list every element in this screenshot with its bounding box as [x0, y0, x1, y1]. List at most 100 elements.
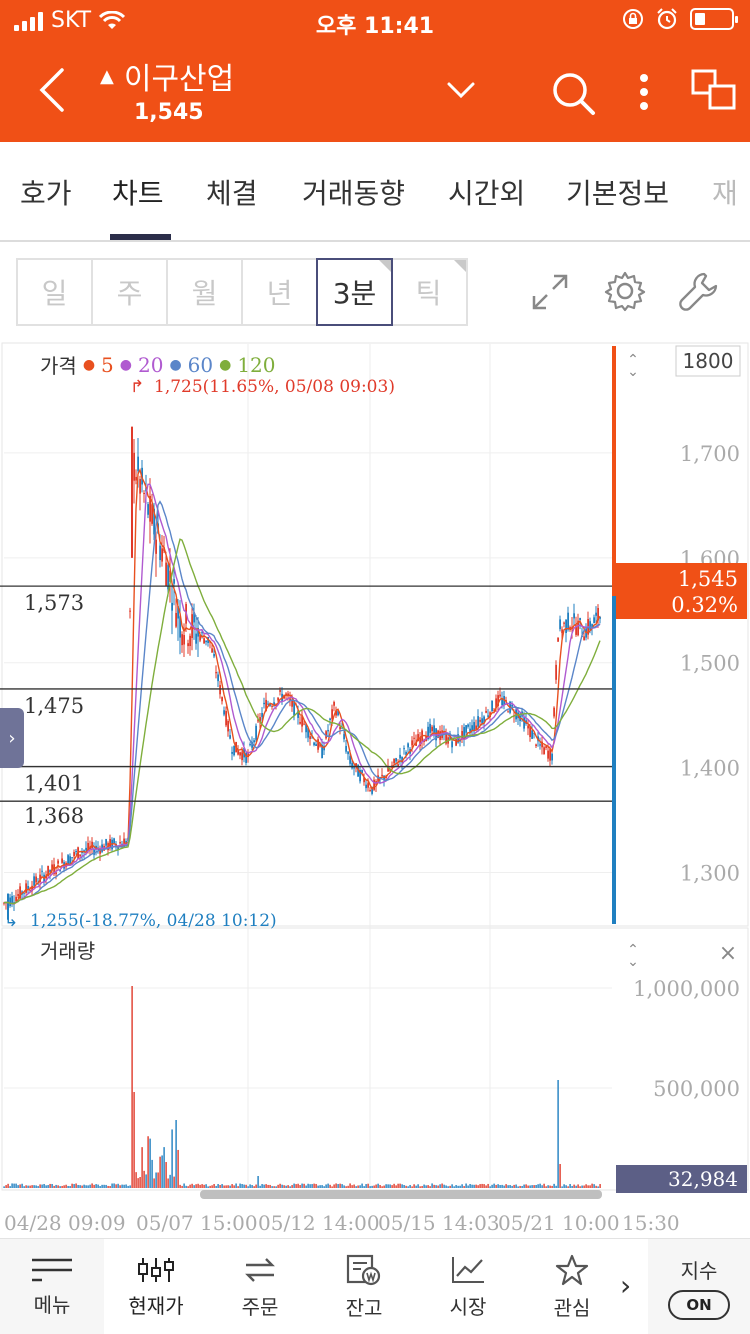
tab-chart[interactable]: 차트 [112, 172, 164, 212]
candle-body [139, 479, 141, 494]
candle-body [531, 730, 533, 739]
tab-trading-trend[interactable]: 거래동향 [302, 172, 405, 212]
tab-basic-info[interactable]: 기본정보 [566, 172, 669, 212]
candle-body [429, 723, 431, 733]
candle-body [129, 610, 131, 612]
period-selector: 일 주 월 년 3분 틱 [16, 258, 468, 326]
tab-trades[interactable]: 체결 [206, 172, 258, 212]
volume-bar [595, 1185, 597, 1188]
candle-body [271, 705, 273, 707]
volume-bar [101, 1184, 103, 1188]
volume-bar [15, 1183, 17, 1188]
nav-menu[interactable]: 메뉴 [0, 1239, 104, 1334]
index-toggle[interactable]: 지수 ON [648, 1239, 750, 1334]
gear-icon[interactable] [604, 270, 646, 312]
tab-orderbook[interactable]: 호가 [20, 172, 72, 212]
search-icon[interactable] [550, 70, 596, 116]
candle-body [579, 617, 581, 621]
volume-bar [269, 1184, 271, 1188]
volume-bar [449, 1185, 451, 1188]
nav-more-chevron-icon[interactable]: › [620, 1269, 631, 1302]
nav-favorites[interactable]: 관심 [520, 1239, 624, 1334]
nav-order[interactable]: 주문 [208, 1239, 312, 1334]
volume-bar [289, 1186, 291, 1188]
period-tick[interactable]: 틱 [391, 260, 466, 324]
ma20-dot-icon: ● [119, 356, 132, 373]
volume-bar [267, 1184, 269, 1188]
x-axis-label: 05/21 10:00 [498, 1211, 620, 1235]
candle-body [225, 711, 227, 726]
volume-bar [273, 1186, 275, 1188]
period-week[interactable]: 주 [93, 260, 168, 324]
volume-bar [137, 1178, 139, 1188]
expand-icon[interactable] [530, 272, 570, 312]
volume-bar [417, 1184, 419, 1188]
more-vertical-icon[interactable] [638, 72, 650, 112]
candle-body [41, 870, 43, 872]
candle-body [227, 720, 229, 732]
multi-window-icon[interactable] [690, 68, 738, 112]
candle-body [213, 653, 215, 657]
volume-bar [51, 1183, 53, 1188]
candle-body [133, 452, 135, 481]
volume-bar [123, 1184, 125, 1188]
volume-bar [399, 1183, 401, 1188]
tab-more[interactable]: 재 [712, 172, 738, 212]
volume-bar [69, 1186, 71, 1188]
nav-balance[interactable]: 잔고 [312, 1239, 416, 1334]
volume-bar [343, 1185, 345, 1188]
volume-bar [287, 1185, 289, 1188]
volume-bar [75, 1183, 77, 1188]
volume-bar [205, 1184, 207, 1188]
volume-bar [489, 1186, 491, 1188]
candle-body [511, 704, 513, 707]
volume-bar [215, 1185, 217, 1188]
candle-body [221, 697, 223, 702]
volume-bar [133, 1092, 135, 1188]
tab-after-hours[interactable]: 시간외 [448, 172, 525, 212]
period-day[interactable]: 일 [18, 260, 93, 324]
candle-body [85, 847, 87, 851]
volume-bar [317, 1185, 319, 1188]
status-bar: SKT 오후 11:41 [0, 0, 750, 42]
corner-mark [379, 260, 391, 272]
candle-body [203, 638, 205, 644]
volume-bar [117, 1183, 119, 1188]
volume-bar [493, 1183, 495, 1188]
volume-bar [549, 1185, 551, 1188]
wrench-icon[interactable] [678, 270, 720, 312]
x-axis-label: 05/07 15:00 [136, 1211, 258, 1235]
candle-body [71, 857, 73, 859]
nav-market[interactable]: 시장 [416, 1239, 520, 1334]
volume-bar [57, 1185, 59, 1188]
candle-body [507, 711, 509, 713]
candle-body [35, 876, 37, 883]
side-panel-toggle[interactable]: › [0, 708, 24, 768]
index-on-toggle[interactable]: ON [668, 1289, 730, 1320]
volume-bar [435, 1185, 437, 1188]
candle-body [559, 619, 561, 630]
stock-name[interactable]: ▲ 이구산업 [100, 54, 234, 98]
candle-body [187, 643, 189, 647]
volume-bar [421, 1186, 423, 1188]
volume-bar [301, 1183, 303, 1188]
price-chart[interactable]: 1,700 1,600 1,500 1,400 1,300 1800 ⌃ ⌄ 1,573 1,47… [0, 340, 750, 1235]
volume-bar [79, 1185, 81, 1188]
volume-bar [375, 1184, 377, 1188]
candle-body [451, 741, 453, 748]
nav-current-price[interactable]: 현재가 [104, 1239, 208, 1334]
volume-bar [163, 1147, 165, 1188]
volume-bar [557, 1080, 559, 1188]
candle-body [331, 709, 333, 719]
period-month[interactable]: 월 [168, 260, 243, 324]
volume-bar [527, 1185, 529, 1188]
candle-body [351, 762, 353, 769]
up-range-bar [612, 346, 616, 596]
back-button[interactable] [34, 66, 74, 114]
period-year[interactable]: 년 [243, 260, 318, 324]
period-3min-label: 3분 [332, 277, 377, 310]
chevron-down-icon[interactable] [446, 80, 476, 100]
volume-bar [459, 1185, 461, 1188]
period-3min[interactable]: 3분 [316, 258, 393, 326]
horizontal-scrollbar [200, 1190, 602, 1199]
